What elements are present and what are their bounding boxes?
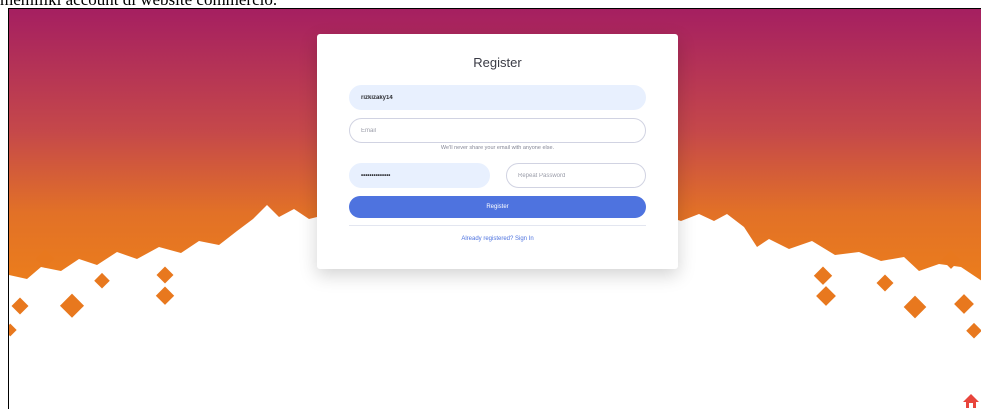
divider [349, 225, 646, 226]
orange-diamond [816, 286, 836, 306]
orange-diamond [156, 266, 174, 284]
email-help-text: We'll never share your email with anyone… [440, 145, 555, 151]
screenshot-frame: Register We'll never share your email wi… [8, 8, 981, 409]
orange-diamond [903, 295, 927, 319]
orange-diamond [155, 286, 175, 305]
register-card: Register We'll never share your email wi… [317, 34, 678, 269]
email-input[interactable] [349, 118, 646, 143]
signin-link[interactable]: Already registered? Sign In [317, 236, 678, 242]
orange-diamond [966, 322, 981, 339]
orange-diamond [813, 266, 833, 285]
orange-diamond [876, 274, 894, 292]
username-input[interactable] [349, 85, 646, 110]
orange-diamond [9, 323, 17, 337]
repeat-password-input[interactable] [506, 163, 646, 188]
orange-diamond [11, 297, 29, 315]
house-icon[interactable] [961, 392, 981, 409]
caption-text: memiliki account di website commercio. [0, 0, 981, 8]
password-input[interactable] [349, 163, 490, 188]
orange-diamond [59, 293, 85, 318]
register-button[interactable]: Register [349, 196, 646, 218]
form-title: Register [473, 55, 522, 70]
orange-diamond [94, 272, 110, 289]
orange-diamond [954, 294, 974, 314]
